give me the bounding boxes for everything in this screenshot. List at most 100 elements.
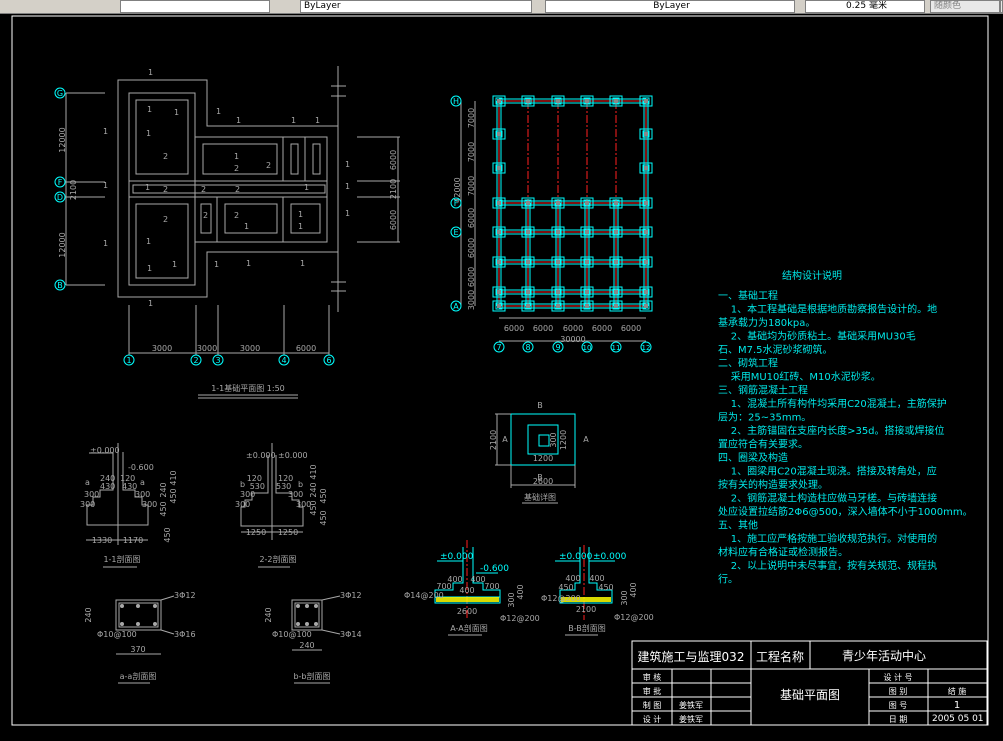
svg-text:D: D: [57, 193, 63, 202]
column-core: [644, 230, 648, 234]
svg-text:1: 1: [246, 259, 251, 268]
svg-text:6000: 6000: [621, 324, 641, 333]
svg-text:1: 1: [216, 107, 221, 116]
svg-text:300: 300: [240, 490, 255, 499]
svg-text:审 批: 审 批: [643, 686, 662, 696]
color-dropdown[interactable]: ByLayer: [300, 0, 532, 13]
svg-text:F: F: [454, 199, 459, 208]
column-core: [526, 99, 530, 103]
svg-text:2100: 2100: [69, 180, 78, 200]
notes-line: 三、钢筋混凝土工程: [718, 384, 808, 397]
drawing-canvas[interactable]: 12000 2100 12000 6000 2100 6000 1 1 1 1 …: [0, 9, 1003, 737]
svg-text:审 核: 审 核: [643, 672, 662, 682]
notes-line: 1、圈梁用C20混凝土现浇。搭接及转角处，应: [718, 465, 937, 478]
svg-text:1: 1: [103, 181, 108, 190]
svg-text:结 施: 结 施: [948, 686, 967, 696]
svg-text:410: 410: [169, 470, 178, 485]
svg-text:400: 400: [565, 574, 580, 583]
linetype-dropdown[interactable]: ByLayer: [545, 0, 795, 13]
svg-text:±0.000: ±0.000: [559, 552, 593, 562]
notes-line: 2、钢筋混凝土构造柱应做马牙槎。与砖墙连接: [718, 492, 937, 505]
svg-text:1: 1: [147, 264, 152, 273]
section-a-a: 3Φ12 3Φ16 Φ10@100 240 370 a-a剖面图: [84, 591, 196, 684]
svg-text:300: 300: [84, 490, 99, 499]
svg-text:日 期: 日 期: [889, 715, 908, 724]
column-core: [556, 99, 560, 103]
svg-text:1: 1: [214, 260, 219, 269]
svg-text:b: b: [298, 480, 303, 489]
svg-text:3Φ12: 3Φ12: [174, 591, 196, 600]
column-core: [526, 260, 530, 264]
svg-text:2: 2: [163, 185, 168, 194]
column-core: [585, 304, 589, 308]
column-core: [585, 260, 589, 264]
svg-text:Φ10@100: Φ10@100: [97, 630, 137, 639]
svg-text:12000: 12000: [58, 127, 67, 152]
svg-text:Φ10@100: Φ10@100: [272, 630, 312, 639]
column-core: [497, 260, 501, 264]
notes-line: 材料应有合格证或检测报告。: [718, 546, 848, 559]
svg-text:10: 10: [583, 344, 592, 352]
notes-line: 2、基础均为砂质粘土。基础采用MU30毛: [718, 330, 916, 343]
notes-line: 五、其他: [718, 519, 758, 532]
foundation-plan-right: 42000 7000 7000 7000 6000 6000 6000 3000…: [450, 95, 653, 353]
column-core: [556, 201, 560, 205]
svg-text:A: A: [453, 302, 459, 311]
svg-text:12000: 12000: [58, 232, 67, 257]
svg-text:Φ12@200: Φ12@200: [614, 613, 654, 622]
svg-text:2: 2: [266, 161, 271, 170]
cad-drawing[interactable]: 12000 2100 12000 6000 2100 6000 1 1 1 1 …: [0, 9, 1003, 737]
svg-text:7000: 7000: [467, 108, 476, 128]
svg-text:6000: 6000: [592, 324, 612, 333]
svg-text:2: 2: [234, 164, 239, 173]
svg-text:-0.600: -0.600: [480, 564, 509, 574]
svg-text:400: 400: [629, 582, 638, 597]
svg-text:A: A: [583, 435, 589, 444]
svg-text:3000: 3000: [152, 344, 172, 353]
column-core: [497, 290, 501, 294]
svg-text:a: a: [85, 478, 90, 487]
layer-dropdown[interactable]: [120, 0, 270, 13]
column-core: [585, 290, 589, 294]
plan-title: 1-1基础平面图 1:50: [211, 383, 285, 393]
svg-text:7: 7: [496, 343, 501, 352]
column-core: [585, 99, 589, 103]
svg-text:2100: 2100: [576, 605, 596, 614]
svg-text:300: 300: [235, 500, 250, 509]
svg-text:图 别: 图 别: [889, 687, 908, 696]
column-core: [497, 99, 501, 103]
svg-text:2005 05 01: 2005 05 01: [932, 714, 984, 724]
notes-line: 2、主筋锚固在支座内长度>35d。搭接或焊接位: [718, 424, 945, 437]
svg-text:3000: 3000: [467, 290, 476, 310]
svg-text:240: 240: [264, 607, 273, 622]
plotstyle-dropdown[interactable]: 随颜色: [930, 0, 1000, 13]
svg-text:1: 1: [147, 105, 152, 114]
svg-text:B: B: [57, 281, 63, 290]
notes-line: 1、混凝土所有构件均采用C20混凝土，主筋保护: [718, 397, 947, 410]
lineweight-dropdown[interactable]: 0.25 毫米: [805, 0, 925, 13]
svg-text:9: 9: [555, 343, 560, 352]
svg-text:2: 2: [201, 185, 206, 194]
svg-text:1: 1: [291, 116, 296, 125]
column-core: [556, 290, 560, 294]
svg-text:F: F: [58, 178, 63, 187]
svg-text:A-A剖面图: A-A剖面图: [450, 623, 487, 633]
column-core: [497, 201, 501, 205]
svg-text:400: 400: [589, 574, 604, 583]
svg-text:6000: 6000: [296, 344, 316, 353]
svg-text:1: 1: [103, 239, 108, 248]
column-core: [644, 99, 648, 103]
svg-text:1: 1: [298, 222, 303, 231]
svg-text:6000: 6000: [467, 238, 476, 258]
svg-text:240: 240: [84, 607, 93, 622]
svg-text:300: 300: [135, 490, 150, 499]
svg-text:8: 8: [525, 343, 530, 352]
svg-text:1-1剖面图: 1-1剖面图: [103, 554, 140, 564]
svg-text:450: 450: [159, 501, 168, 516]
svg-text:3: 3: [215, 356, 220, 365]
svg-text:6000: 6000: [389, 210, 398, 230]
svg-text:1: 1: [345, 182, 350, 191]
svg-text:b: b: [240, 480, 245, 489]
svg-text:1: 1: [146, 129, 151, 138]
column-core: [644, 132, 648, 136]
